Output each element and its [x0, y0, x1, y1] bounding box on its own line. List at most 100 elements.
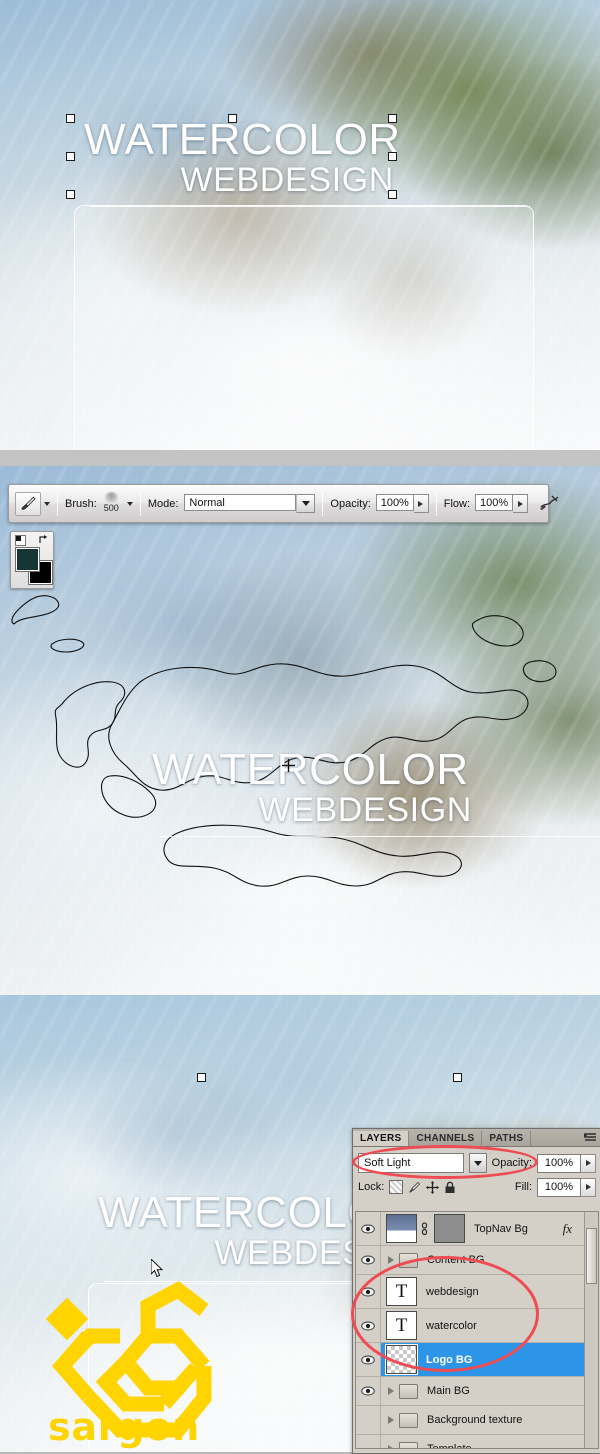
- layer-effects-icon[interactable]: fx: [563, 1221, 572, 1237]
- tab-channels[interactable]: CHANNELS: [409, 1131, 483, 1146]
- opacity-stepper-icon[interactable]: [413, 494, 429, 513]
- eye-icon: [361, 1287, 375, 1296]
- foreground-color-swatch[interactable]: [15, 547, 40, 572]
- layer-mask-thumbnail[interactable]: [434, 1214, 465, 1243]
- opacity-label: Opacity:: [330, 497, 371, 510]
- layer-visibility-toggle[interactable]: [356, 1275, 381, 1308]
- layer-visibility-toggle[interactable]: [356, 1435, 381, 1448]
- layer-visibility-toggle[interactable]: [356, 1246, 381, 1274]
- layer-list[interactable]: TopNav Bg fx Content BG T webdesign T wa…: [355, 1211, 599, 1449]
- table-row[interactable]: Background texture: [356, 1406, 598, 1435]
- layer-opacity-input[interactable]: 100%: [537, 1153, 581, 1173]
- group-expand-chevron-icon[interactable]: [388, 1256, 394, 1264]
- eye-icon: [361, 1355, 375, 1364]
- layer-name[interactable]: Template: [427, 1443, 472, 1448]
- airbrush-toggle-icon[interactable]: [538, 493, 560, 514]
- color-swatch-widget[interactable]: [10, 531, 54, 589]
- table-row[interactable]: TopNav Bg fx: [356, 1212, 598, 1246]
- blend-mode-select-value[interactable]: Normal: [184, 494, 297, 511]
- lock-all-icon[interactable]: [444, 1181, 456, 1194]
- table-row[interactable]: Content BG: [356, 1246, 598, 1275]
- layer-fill-input[interactable]: 100%: [537, 1177, 581, 1197]
- opacity-input[interactable]: 100%: [375, 494, 414, 511]
- tab-layers[interactable]: LAYERS: [353, 1131, 410, 1146]
- brush-preview[interactable]: 500: [104, 491, 119, 516]
- layer-visibility-toggle[interactable]: [356, 1212, 381, 1245]
- lock-position-icon[interactable]: [426, 1180, 440, 1194]
- scrollbar-thumb[interactable]: [586, 1228, 597, 1284]
- text-layer-thumbnail[interactable]: T: [386, 1311, 417, 1340]
- transform-handle[interactable]: [66, 114, 75, 123]
- folder-icon: [399, 1252, 418, 1268]
- swap-colors-icon[interactable]: [38, 534, 49, 545]
- layers-panel[interactable]: LAYERS CHANNELS PATHS Soft Light Opacity…: [352, 1128, 600, 1454]
- table-row[interactable]: T watercolor: [356, 1309, 598, 1343]
- table-row[interactable]: Main BG: [356, 1377, 598, 1406]
- divider: [322, 491, 324, 516]
- lock-row[interactable]: Lock: Fill: 100%: [353, 1175, 600, 1199]
- default-colors-icon[interactable]: [15, 535, 26, 546]
- mode-label: Mode:: [147, 497, 179, 510]
- layer-opacity-stepper-icon[interactable]: [581, 1153, 596, 1173]
- table-row[interactable]: T webdesign: [356, 1275, 598, 1309]
- flow-input[interactable]: 100%: [475, 494, 514, 511]
- blend-mode-dropdown-icon[interactable]: [296, 494, 316, 513]
- mouse-cursor: [151, 1259, 164, 1278]
- layer-name[interactable]: TopNav Bg: [474, 1223, 528, 1235]
- flow-stepper-icon[interactable]: [513, 494, 529, 513]
- panel-tab-row[interactable]: LAYERS CHANNELS PATHS: [353, 1129, 600, 1147]
- brush-tip-icon: [104, 491, 118, 503]
- tool-preset-chevron-icon[interactable]: [44, 501, 50, 506]
- group-expand-chevron-icon[interactable]: [388, 1387, 394, 1395]
- lock-transparency-icon[interactable]: [389, 1180, 404, 1194]
- sargon-wordmark: sargon: [48, 1405, 200, 1449]
- canvas-artwork-middle: [0, 466, 600, 995]
- divider: [139, 491, 141, 516]
- panel-menu-icon[interactable]: [584, 1132, 597, 1143]
- blend-mode-row[interactable]: Soft Light Opacity: 100%: [353, 1151, 600, 1175]
- hero-line-2: WEBDESIGN: [180, 161, 394, 199]
- layer-visibility-toggle[interactable]: [356, 1309, 381, 1342]
- transform-handle[interactable]: [453, 1073, 462, 1082]
- eye-icon: [361, 1224, 375, 1233]
- tab-paths[interactable]: PATHS: [482, 1131, 532, 1146]
- layer-name[interactable]: Main BG: [427, 1385, 470, 1397]
- transform-handle[interactable]: [197, 1073, 206, 1082]
- transform-handle[interactable]: [66, 152, 75, 161]
- layer-name[interactable]: Logo BG: [426, 1354, 472, 1366]
- layer-visibility-toggle[interactable]: [356, 1377, 381, 1405]
- layer-fill-stepper-icon[interactable]: [581, 1177, 596, 1197]
- layer-name[interactable]: Background texture: [427, 1414, 522, 1426]
- link-icon[interactable]: [420, 1221, 429, 1236]
- blend-mode-value[interactable]: Soft Light: [358, 1153, 464, 1173]
- fill-label: Fill:: [514, 1181, 532, 1193]
- layer-list-scrollbar[interactable]: [584, 1212, 598, 1448]
- eye-icon: [361, 1255, 375, 1265]
- brush-tool-icon[interactable]: [15, 491, 41, 516]
- transform-handle[interactable]: [388, 190, 397, 199]
- layer-name[interactable]: webdesign: [426, 1286, 479, 1298]
- table-row[interactable]: Template: [356, 1435, 598, 1448]
- transform-handle[interactable]: [388, 114, 397, 123]
- blend-mode-chevron-icon[interactable]: [468, 1153, 487, 1173]
- layer-name[interactable]: watercolor: [426, 1320, 477, 1332]
- transform-handle[interactable]: [66, 190, 75, 199]
- transform-handle[interactable]: [228, 114, 237, 123]
- layer-visibility-toggle[interactable]: [356, 1343, 381, 1376]
- group-expand-chevron-icon[interactable]: [388, 1416, 394, 1424]
- folder-icon: [399, 1412, 418, 1428]
- transform-handle[interactable]: [388, 152, 397, 161]
- tool-options-bar[interactable]: Brush: 500 Mode: Normal Opacity: 100% Fl…: [8, 484, 559, 523]
- layer-thumbnail[interactable]: [385, 1344, 418, 1375]
- active-tool-well[interactable]: [9, 491, 50, 516]
- text-layer-thumbnail[interactable]: T: [386, 1277, 417, 1306]
- layer-name[interactable]: Content BG: [427, 1254, 484, 1266]
- layer-thumbnail[interactable]: [386, 1214, 417, 1243]
- lock-image-icon[interactable]: [408, 1181, 421, 1194]
- layer-visibility-toggle[interactable]: [356, 1406, 381, 1434]
- folder-icon: [399, 1441, 418, 1448]
- brush-picker-chevron-icon[interactable]: [126, 501, 133, 506]
- table-row[interactable]: Logo BG: [356, 1343, 598, 1377]
- group-expand-chevron-icon[interactable]: [388, 1445, 394, 1448]
- hero-line-1: WATERCOLOR: [152, 745, 469, 794]
